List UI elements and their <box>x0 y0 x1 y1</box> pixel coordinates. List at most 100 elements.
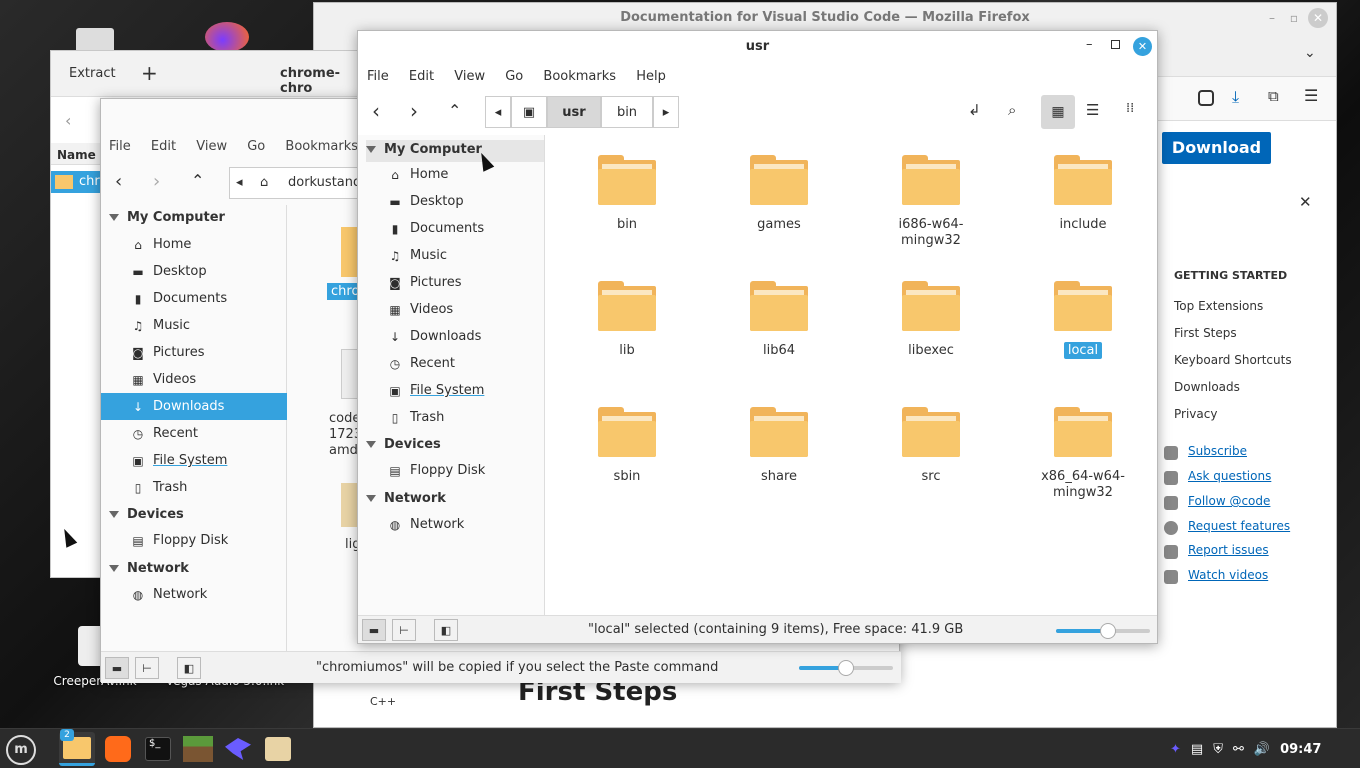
taskbar-minecraft[interactable] <box>180 732 216 766</box>
search-icon[interactable]: ⌕ <box>1008 101 1016 119</box>
sidebar-item-documents[interactable]: ▮ Documents <box>358 215 545 242</box>
folder-icon[interactable] <box>1054 281 1112 331</box>
taskbar-archive[interactable] <box>260 732 296 766</box>
folder-label[interactable]: local <box>1028 342 1138 359</box>
folder-label[interactable]: include <box>1028 217 1138 233</box>
menu-icon[interactable]: ☰ <box>1304 86 1318 105</box>
list-view-icon[interactable]: ☰ <box>1086 101 1099 119</box>
chevron-left-icon[interactable]: ◂ <box>485 96 511 128</box>
compact-view-icon[interactable]: ⁞⁞ <box>1126 101 1134 116</box>
mint-menu-icon[interactable]: m <box>6 735 36 765</box>
maximize-icon[interactable] <box>1111 40 1120 49</box>
breadcrumb-usr[interactable]: usr <box>547 96 601 128</box>
folder-label[interactable]: libexec <box>876 343 986 359</box>
drive-icon[interactable]: ▣ <box>511 96 547 128</box>
sidebar-item-music[interactable]: ♫ Music <box>101 312 287 339</box>
maximize-icon[interactable]: ▫ <box>1286 10 1302 26</box>
sidebar-item-videos[interactable]: ▦ Videos <box>358 296 545 323</box>
chevron-right-icon[interactable]: ▸ <box>653 96 679 128</box>
taskbar-firefox[interactable] <box>100 732 136 766</box>
folder-label[interactable]: x86_64-w64-mingw32 <box>1028 469 1138 501</box>
sidebar-item-pictures[interactable]: ◙ Pictures <box>101 339 287 366</box>
forward-icon[interactable]: › <box>410 99 418 123</box>
folder-icon[interactable] <box>902 281 960 331</box>
folder-label[interactable]: sbin <box>572 469 682 485</box>
sidebar-link[interactable]: First Steps <box>1174 326 1237 340</box>
sidebar-item-filesystem[interactable]: ▣ File System <box>101 447 287 474</box>
chevron-down-icon[interactable]: ⌄ <box>1304 45 1316 61</box>
sidebar-item-floppy[interactable]: ▤ Floppy Disk <box>358 457 545 484</box>
sidebar-link[interactable]: Top Extensions <box>1174 299 1263 313</box>
volume-icon[interactable]: 🔊 <box>1254 742 1270 757</box>
minimize-icon[interactable]: – <box>1264 10 1280 26</box>
sidebar-item-documents[interactable]: ▮ Documents <box>101 285 287 312</box>
folder-icon[interactable] <box>598 155 656 205</box>
taskbar-terminal[interactable]: $_ <box>140 732 176 766</box>
tree-toggle-icon[interactable]: ⊢ <box>135 657 159 679</box>
network-icon[interactable]: ⚯ <box>1233 742 1244 757</box>
add-icon[interactable]: + <box>141 61 158 85</box>
back-arrow-icon[interactable]: ‹ <box>65 111 71 130</box>
toggle-location-icon[interactable]: ↲ <box>968 101 981 119</box>
folder-label[interactable]: lib64 <box>724 343 834 359</box>
folder-icon[interactable] <box>598 407 656 457</box>
sidebar-item-music[interactable]: ♫ Music <box>358 242 545 269</box>
sidebar-toggle-icon[interactable]: ◧ <box>177 657 201 679</box>
pocket-icon[interactable] <box>1198 90 1214 106</box>
folder-icon[interactable] <box>750 407 808 457</box>
folder-icon[interactable] <box>750 281 808 331</box>
sidebar-section-devices[interactable]: Devices <box>109 507 184 522</box>
menu-view[interactable]: View <box>196 139 227 154</box>
sidebar-item-network[interactable]: ◍ Network <box>101 581 287 608</box>
icon-view-icon[interactable]: ▦ <box>1041 95 1075 129</box>
folder-label[interactable]: bin <box>572 217 682 233</box>
sidebar-item-downloads[interactable]: ↓ Downloads <box>101 393 287 420</box>
sidebar-item-trash[interactable]: ▯ Trash <box>101 474 287 501</box>
download-button[interactable]: Download <box>1162 132 1271 164</box>
folder-icon[interactable] <box>902 155 960 205</box>
social-link[interactable]: Subscribe <box>1188 444 1247 458</box>
sidebar-section-my-computer[interactable]: My Computer <box>366 140 544 162</box>
selected-folder-label[interactable]: local <box>1063 342 1103 359</box>
folder-icon[interactable] <box>902 407 960 457</box>
social-link[interactable]: Follow @code <box>1188 494 1270 508</box>
sidebar-item-filesystem[interactable]: ▣ File System <box>358 377 545 404</box>
sidebar-toggle-icon[interactable]: ◧ <box>434 619 458 641</box>
social-link[interactable]: Watch videos <box>1188 568 1268 582</box>
places-toggle-icon[interactable]: ▬ <box>362 619 386 641</box>
menu-edit[interactable]: Edit <box>409 69 434 84</box>
sidebar-item-videos[interactable]: ▦ Videos <box>101 366 287 393</box>
shield-icon[interactable]: ⛨ <box>1213 742 1223 757</box>
menu-file[interactable]: File <box>367 69 389 84</box>
minimize-icon[interactable]: – <box>1086 37 1093 52</box>
sidebar-link[interactable]: Privacy <box>1174 407 1217 421</box>
sidebar-link[interactable]: Keyboard Shortcuts <box>1174 353 1292 367</box>
social-link[interactable]: Request features <box>1188 519 1290 533</box>
bird-tray-icon[interactable]: ✦ <box>1170 742 1181 757</box>
folder-label[interactable]: src <box>876 469 986 485</box>
folder-icon[interactable] <box>1054 407 1112 457</box>
menu-edit[interactable]: Edit <box>151 139 176 154</box>
sidebar-item-desktop[interactable]: ▬ Desktop <box>358 188 545 215</box>
extract-button[interactable]: Extract <box>69 66 116 81</box>
zoom-knob[interactable] <box>838 660 854 676</box>
sidebar-item-desktop[interactable]: ▬ Desktop <box>101 258 287 285</box>
sidebar-item-floppy[interactable]: ▤ Floppy Disk <box>101 527 287 554</box>
sidebar-link[interactable]: Downloads <box>1174 380 1240 394</box>
sidebar-section-devices[interactable]: Devices <box>366 437 441 452</box>
firefox-icon[interactable] <box>205 22 249 52</box>
chevron-left-icon[interactable]: ◂ <box>236 175 243 190</box>
menu-bookmarks[interactable]: Bookmarks <box>543 69 616 84</box>
folder-icon[interactable] <box>598 281 656 331</box>
zoom-slider[interactable] <box>1056 623 1150 639</box>
tree-toggle-icon[interactable]: ⊢ <box>392 619 416 641</box>
folder-label[interactable]: games <box>724 217 834 233</box>
sidebar-section-my-computer[interactable]: My Computer <box>109 210 225 225</box>
sidebar-item-downloads[interactable]: ↓ Downloads <box>358 323 545 350</box>
menu-view[interactable]: View <box>454 69 485 84</box>
close-icon[interactable]: ✕ <box>1133 37 1152 56</box>
sidebar-item-trash[interactable]: ▯ Trash <box>358 404 545 431</box>
folder-label[interactable]: i686-w64-mingw32 <box>876 217 986 249</box>
menu-go[interactable]: Go <box>247 139 265 154</box>
close-icon[interactable]: ✕ <box>1308 8 1328 28</box>
